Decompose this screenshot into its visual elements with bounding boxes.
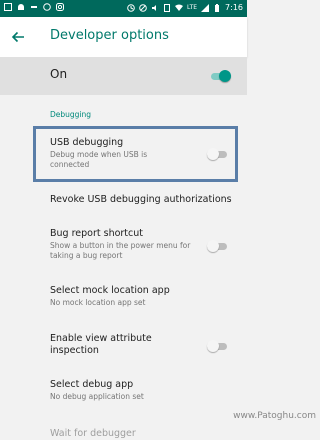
pref-revoke-usb-authorizations[interactable]: Revoke USB debugging authorizations bbox=[50, 194, 245, 206]
block-icon bbox=[139, 4, 147, 12]
app-bar: Developer options bbox=[0, 17, 247, 57]
pref-title: Revoke USB debugging authorizations bbox=[50, 194, 245, 206]
volume-icon bbox=[151, 4, 159, 12]
signal-icon bbox=[201, 4, 209, 12]
pref-select-debug-app[interactable]: Select debug app No debug application se… bbox=[50, 379, 210, 402]
watermark: www.Patoghu.com bbox=[233, 411, 316, 421]
notification-icons bbox=[4, 3, 64, 11]
pref-summary: No debug application set bbox=[50, 392, 210, 402]
pref-title: Wait for debugger bbox=[50, 428, 210, 440]
android-icon bbox=[17, 3, 25, 11]
pref-wait-for-debugger[interactable]: Wait for debugger bbox=[50, 428, 210, 440]
pref-select-mock-location-app[interactable]: Select mock location app No mock locatio… bbox=[50, 285, 210, 308]
pref-title: Select debug app bbox=[50, 379, 210, 391]
clock-icon bbox=[127, 4, 135, 12]
sim-icon bbox=[163, 4, 171, 12]
pref-bug-report-shortcut[interactable]: Bug report shortcut Show a button in the… bbox=[50, 228, 210, 261]
page-title: Developer options bbox=[50, 28, 169, 43]
pref-title: Select mock location app bbox=[50, 285, 210, 297]
pref-title: Enable view attribute inspection bbox=[50, 333, 170, 357]
developer-options-master-switch[interactable]: On bbox=[0, 57, 247, 95]
pref-title: Bug report shortcut bbox=[50, 228, 210, 240]
photo-icon bbox=[4, 3, 12, 11]
highlight-box bbox=[33, 126, 238, 182]
bar-icon bbox=[30, 3, 38, 11]
master-switch-label: On bbox=[50, 67, 67, 81]
view-attribute-inspection-toggle[interactable] bbox=[207, 340, 227, 352]
back-arrow-icon[interactable] bbox=[8, 27, 28, 47]
master-toggle[interactable] bbox=[211, 70, 231, 82]
pref-summary: Show a button in the power menu for taki… bbox=[50, 241, 200, 261]
battery-icon bbox=[213, 4, 221, 12]
whatsapp-icon bbox=[43, 3, 51, 11]
instagram-icon bbox=[56, 3, 64, 11]
network-type: LTE bbox=[187, 4, 197, 11]
status-time: 7:16 bbox=[225, 3, 243, 12]
wifi-icon bbox=[175, 4, 183, 12]
status-bar: LTE 7:16 bbox=[0, 0, 247, 17]
bug-report-shortcut-toggle[interactable] bbox=[207, 240, 227, 252]
pref-summary: No mock location app set bbox=[50, 298, 210, 308]
system-icons: LTE 7:16 bbox=[127, 3, 243, 12]
section-header-debugging: Debugging bbox=[50, 110, 91, 119]
pref-enable-view-attribute-inspection[interactable]: Enable view attribute inspection bbox=[50, 333, 170, 357]
